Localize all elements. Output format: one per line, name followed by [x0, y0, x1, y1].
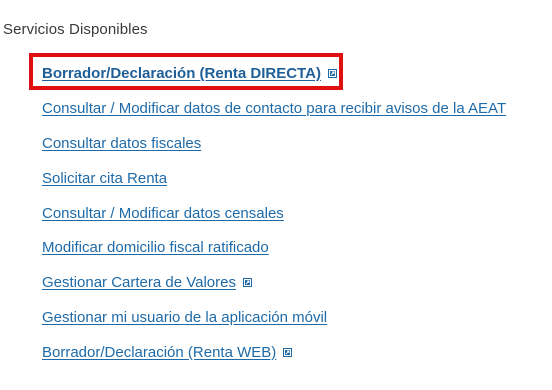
external-link-icon: [327, 68, 337, 78]
service-item-cartera-valores: Gestionar Cartera de Valores: [42, 271, 252, 293]
external-link-icon: [242, 277, 252, 287]
service-item-renta-web: Borrador/Declaración (Renta WEB): [42, 341, 293, 363]
service-item-domicilio-fiscal: Modificar domicilio fiscal ratificado: [42, 236, 269, 258]
service-link-cartera-valores[interactable]: Gestionar Cartera de Valores: [42, 274, 236, 291]
service-link-datos-censales[interactable]: Consultar / Modificar datos censales: [42, 205, 284, 222]
service-link-datos-fiscales[interactable]: Consultar datos fiscales: [42, 135, 201, 152]
service-link-cita-renta[interactable]: Solicitar cita Renta: [42, 170, 167, 187]
service-item-renta-directa: Borrador/Declaración (Renta DIRECTA): [42, 62, 337, 84]
external-link-icon: [283, 347, 293, 357]
service-item-usuario-app: Gestionar mi usuario de la aplicación mó…: [42, 306, 327, 328]
section-title: Servicios Disponibles: [3, 21, 148, 38]
service-link-usuario-app[interactable]: Gestionar mi usuario de la aplicación mó…: [42, 309, 327, 326]
service-link-domicilio-fiscal[interactable]: Modificar domicilio fiscal ratificado: [42, 239, 269, 256]
service-link-renta-directa[interactable]: Borrador/Declaración (Renta DIRECTA): [42, 65, 321, 82]
service-link-datos-contacto[interactable]: Consultar / Modificar datos de contacto …: [42, 100, 506, 117]
service-item-cita-renta: Solicitar cita Renta: [42, 167, 167, 189]
service-link-renta-web[interactable]: Borrador/Declaración (Renta WEB): [42, 344, 276, 361]
service-item-datos-censales: Consultar / Modificar datos censales: [42, 202, 284, 224]
service-item-datos-fiscales: Consultar datos fiscales: [42, 132, 201, 154]
service-item-datos-contacto: Consultar / Modificar datos de contacto …: [42, 97, 506, 119]
